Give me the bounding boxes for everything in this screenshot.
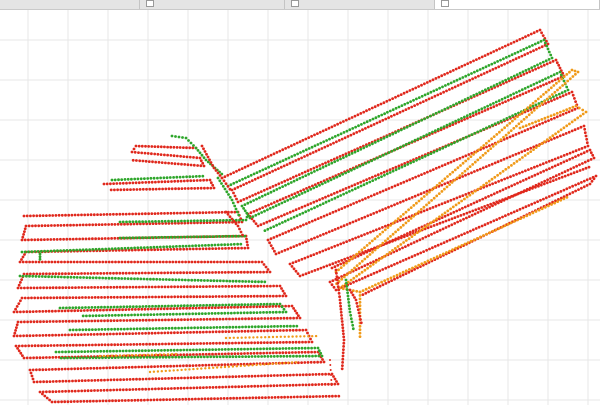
tab-3-checkbox[interactable] — [291, 0, 299, 7]
track-segment — [224, 334, 318, 340]
tab-1[interactable] — [0, 0, 140, 9]
track-segment — [344, 278, 355, 331]
track-segment — [338, 104, 588, 294]
tab-3-label — [299, 0, 303, 6]
track-segment — [328, 148, 598, 296]
track-segment — [224, 210, 244, 237]
track-segment — [170, 134, 224, 176]
tab-2-label — [154, 0, 158, 6]
track-segment — [130, 144, 206, 168]
tab-3[interactable] — [285, 0, 435, 9]
tab-2-checkbox[interactable] — [146, 0, 154, 7]
tab-4-label — [449, 0, 453, 6]
track-segment — [38, 252, 42, 261]
tab-4-checkbox[interactable] — [441, 0, 449, 7]
tab-4[interactable] — [435, 0, 600, 9]
track-segment — [18, 274, 267, 284]
map-canvas[interactable] — [0, 10, 600, 405]
track-segment — [329, 359, 333, 386]
gps-tracks — [12, 28, 598, 404]
tab-bar — [0, 0, 600, 10]
tab-1-label — [6, 0, 10, 6]
tab-2[interactable] — [140, 0, 285, 9]
